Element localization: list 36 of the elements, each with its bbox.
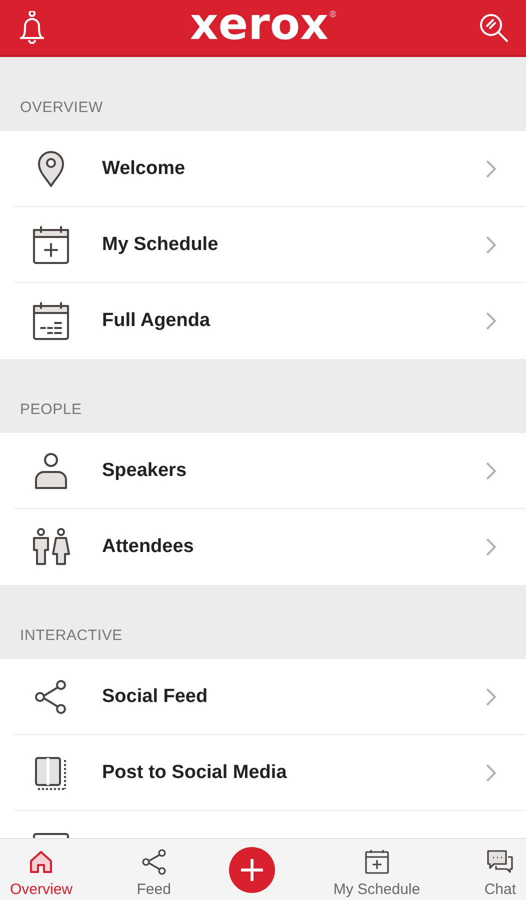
tab[interactable]: My Schedule [327, 839, 426, 900]
menu-item[interactable]: Welcome [102, 158, 486, 180]
section-heading: OVERVIEW [20, 99, 103, 116]
menu-item[interactable]: Full Agenda [102, 310, 486, 332]
calendar-icon [32, 301, 70, 341]
search-icon[interactable] [478, 12, 510, 44]
plus-icon [239, 856, 266, 882]
chat-icon [486, 849, 514, 875]
chevron-right-icon [486, 538, 496, 556]
tab[interactable]: Overview [4, 839, 79, 900]
chevron-right-icon [486, 688, 496, 706]
menu-item[interactable]: Post to Social Media [102, 762, 486, 784]
menu-item[interactable]: Attendees [102, 536, 486, 558]
tab[interactable]: Feed [130, 839, 177, 900]
menu-item[interactable]: My Schedule [102, 234, 486, 256]
chevron-right-icon [486, 764, 496, 782]
chevron-right-icon [486, 312, 496, 330]
chevron-right-icon [486, 236, 496, 254]
logo: xerox [190, 2, 328, 46]
location-pin-icon [36, 150, 66, 188]
people-icon [31, 528, 71, 566]
registered-mark: ® [329, 8, 336, 18]
add-button[interactable] [229, 846, 276, 892]
calendar-add-icon [32, 224, 70, 264]
home-icon [28, 849, 54, 875]
section-heading: INTERACTIVE [20, 627, 122, 644]
chevron-right-icon [486, 160, 496, 178]
section-heading: PEOPLE [20, 401, 82, 418]
share-icon [33, 678, 69, 716]
person-icon [33, 452, 69, 490]
share-icon [140, 849, 167, 875]
calendar-add-icon [364, 849, 390, 875]
tab[interactable]: Chat [478, 839, 522, 900]
menu-item[interactable]: Social Feed [102, 686, 486, 708]
chevron-right-icon [486, 462, 496, 480]
menu-item[interactable]: Speakers [102, 460, 486, 482]
